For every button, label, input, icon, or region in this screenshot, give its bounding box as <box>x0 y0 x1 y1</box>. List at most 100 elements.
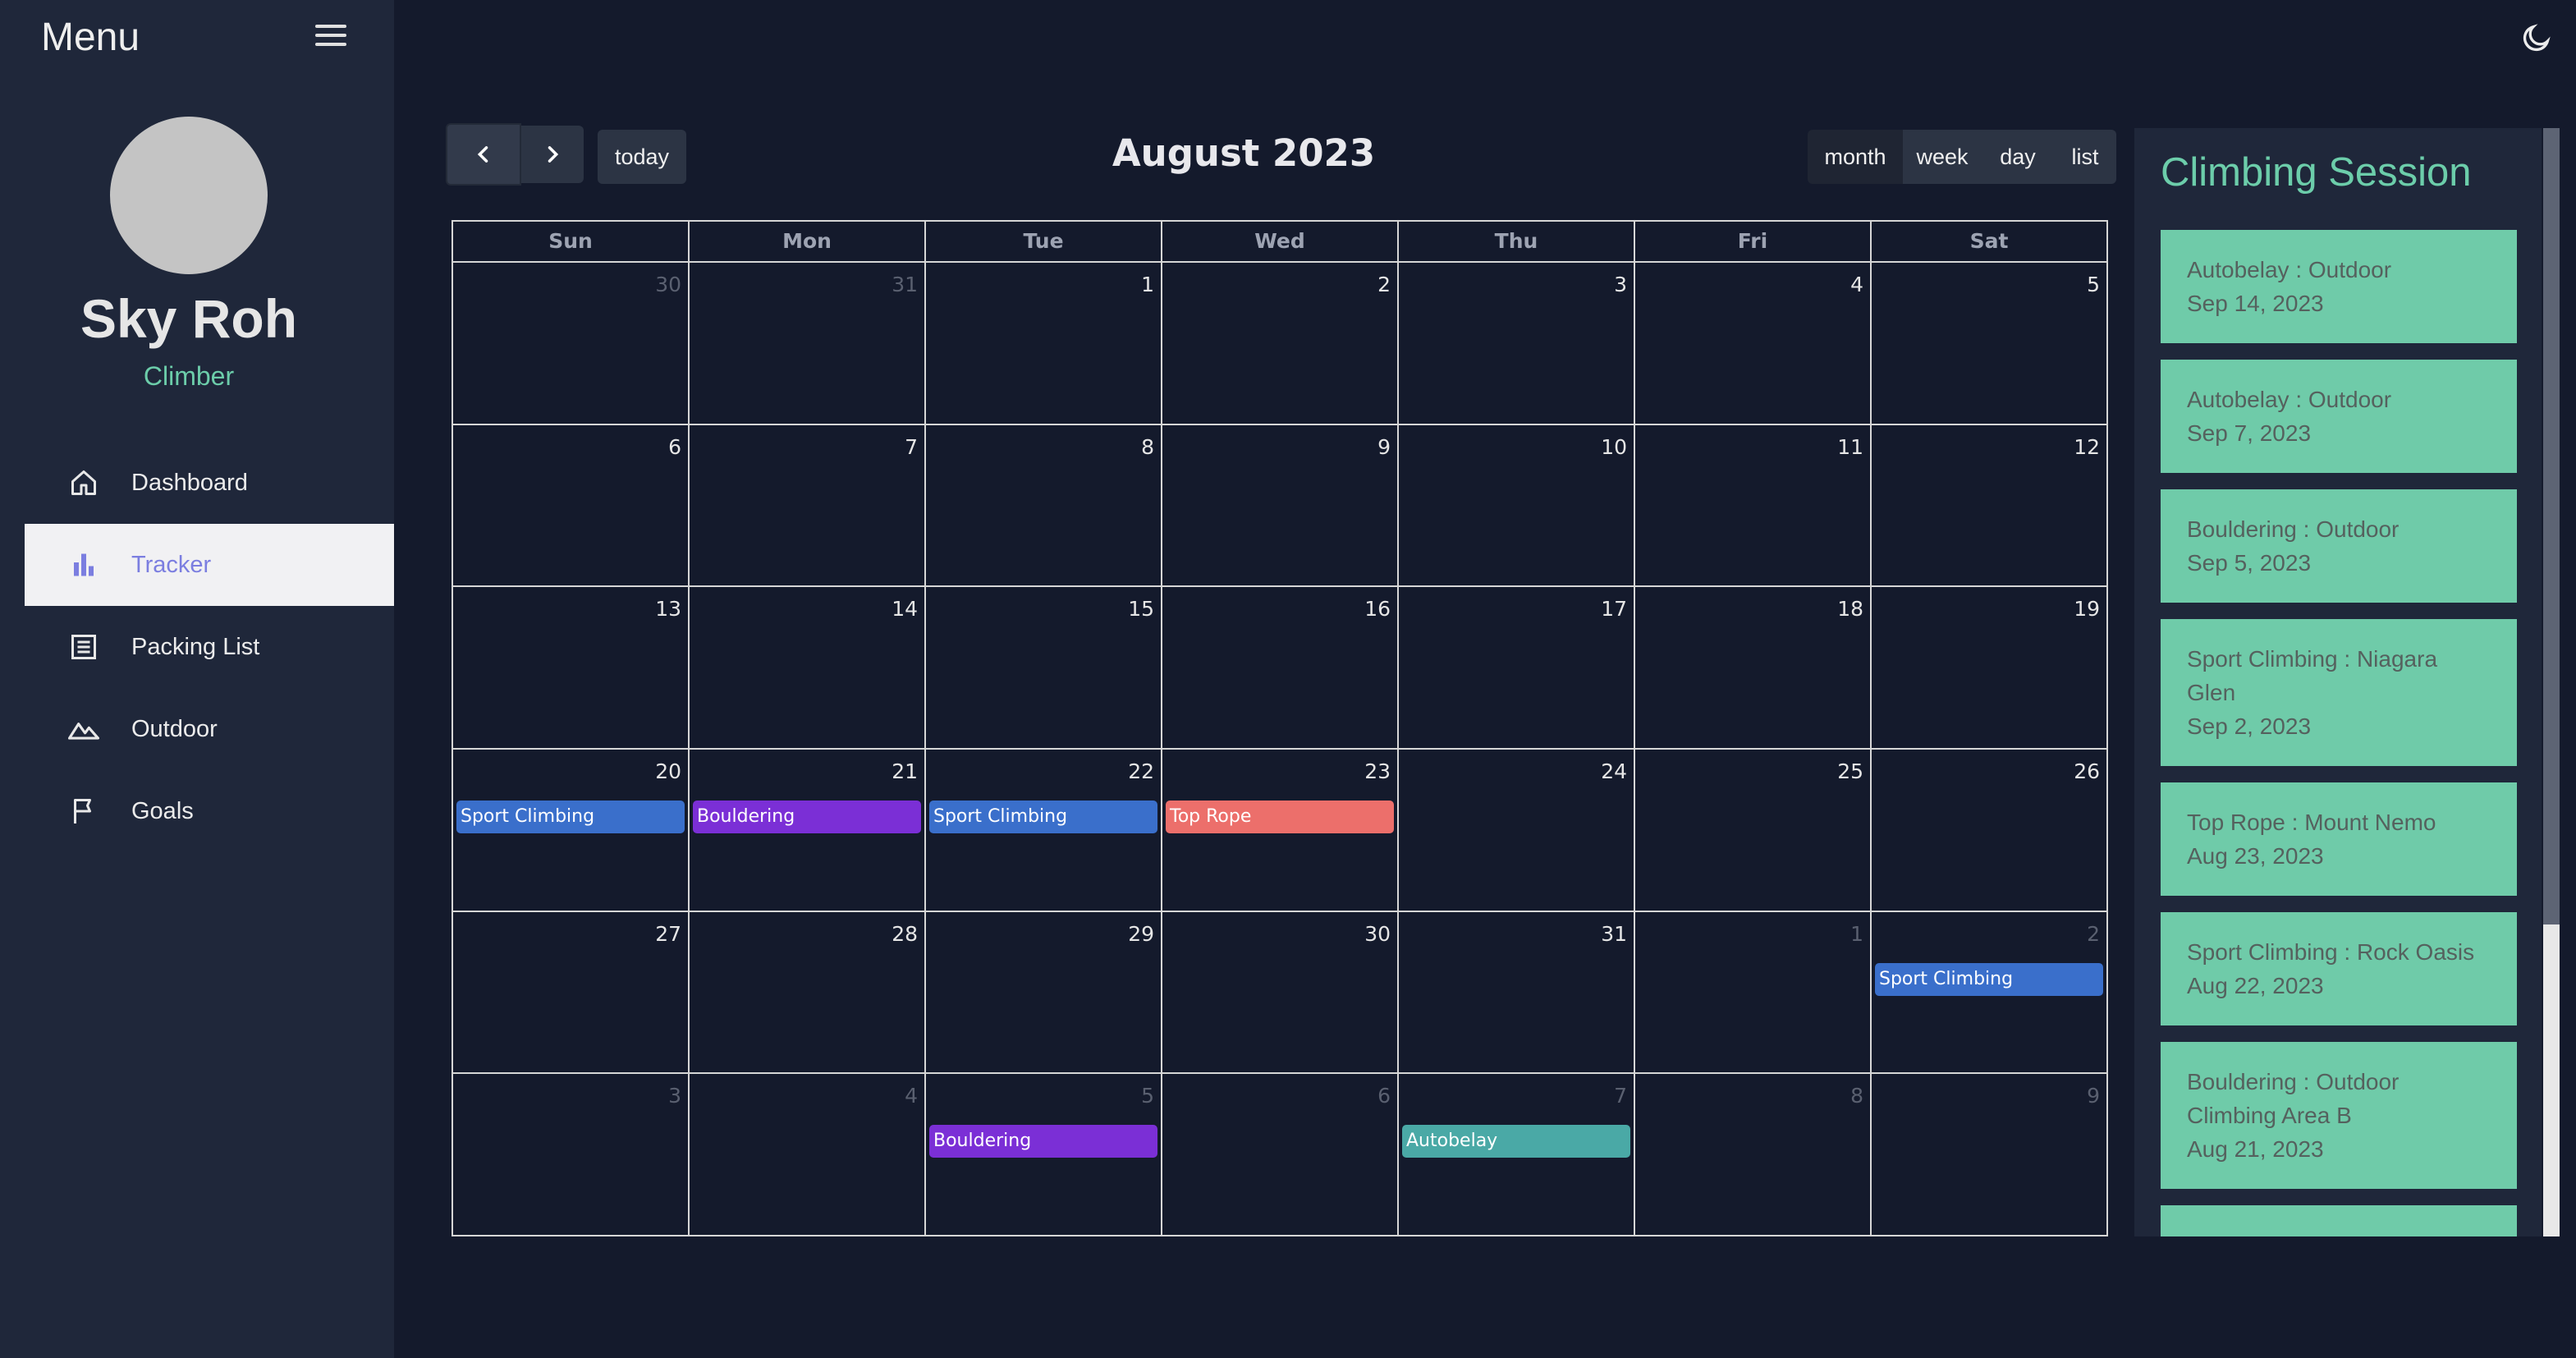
day-number[interactable]: 4 <box>905 1084 918 1108</box>
scrollbar-thumb[interactable] <box>2543 128 2560 924</box>
day-number[interactable]: 10 <box>1601 435 1627 459</box>
calendar-event[interactable]: Autobelay <box>1402 1125 1630 1158</box>
day-number[interactable]: 23 <box>1364 759 1391 783</box>
moon-icon[interactable] <box>2520 21 2553 54</box>
day-number[interactable]: 24 <box>1601 759 1627 783</box>
day-cell[interactable]: 7 <box>690 424 926 586</box>
day-cell[interactable]: 5 <box>1872 263 2106 424</box>
day-cell[interactable]: 28 <box>690 911 926 1073</box>
day-cell[interactable]: 31 <box>690 263 926 424</box>
day-cell[interactable]: 27 <box>453 911 690 1073</box>
day-cell[interactable]: 3 <box>453 1074 690 1236</box>
day-number[interactable]: 13 <box>655 597 681 621</box>
day-cell[interactable]: 8 <box>926 424 1162 586</box>
day-number[interactable]: 1 <box>1850 922 1863 946</box>
view-day-button[interactable]: day <box>1982 130 2054 184</box>
hamburger-menu-icon[interactable] <box>315 25 346 49</box>
day-number[interactable]: 21 <box>892 759 918 783</box>
day-number[interactable]: 3 <box>1614 273 1627 296</box>
calendar-event[interactable]: Sport Climbing <box>456 801 685 834</box>
day-number[interactable]: 29 <box>1128 922 1154 946</box>
calendar-event[interactable]: Bouldering <box>929 1125 1157 1158</box>
day-cell[interactable]: 2 Sport Climbing <box>1872 912 2106 1073</box>
day-cell[interactable]: 24 <box>1399 750 1635 911</box>
day-cell[interactable]: 16 <box>1162 587 1399 749</box>
day-number[interactable]: 2 <box>1377 273 1391 296</box>
session-card[interactable]: Autobelay : Outdoor Sep 7, 2023 <box>2161 360 2517 473</box>
day-cell[interactable]: 17 <box>1399 587 1635 749</box>
calendar-event[interactable]: Bouldering <box>693 801 921 834</box>
calendar-event[interactable]: Sport Climbing <box>1875 962 2103 996</box>
day-number[interactable]: 30 <box>655 273 681 296</box>
next-button[interactable] <box>521 126 584 183</box>
day-number[interactable]: 27 <box>655 922 681 946</box>
day-number[interactable]: 8 <box>1850 1084 1863 1108</box>
day-number[interactable]: 16 <box>1364 597 1391 621</box>
day-cell[interactable]: 11 <box>1635 424 1872 586</box>
day-number[interactable]: 6 <box>1377 1084 1391 1108</box>
calendar-event[interactable]: Sport Climbing <box>929 801 1157 834</box>
day-number[interactable]: 1 <box>1141 273 1154 296</box>
session-card[interactable]: Bouldering : Outdoor Sep 5, 2023 <box>2161 489 2517 603</box>
day-cell[interactable]: 31 <box>1399 911 1635 1073</box>
day-number[interactable]: 25 <box>1837 759 1863 783</box>
day-cell[interactable]: 1 <box>926 263 1162 424</box>
day-number[interactable]: 20 <box>655 759 681 783</box>
day-cell[interactable]: 4 <box>690 1074 926 1236</box>
sidebar-item-dashboard[interactable]: Dashboard <box>25 442 394 524</box>
day-cell[interactable]: 8 <box>1635 1074 1872 1236</box>
day-number[interactable]: 19 <box>2074 597 2100 621</box>
day-number[interactable]: 28 <box>892 922 918 946</box>
day-number[interactable]: 5 <box>1141 1084 1154 1108</box>
day-cell[interactable]: 20 Sport Climbing <box>453 750 690 911</box>
day-cell[interactable]: 9 <box>1162 424 1399 586</box>
day-number[interactable]: 11 <box>1837 435 1863 459</box>
day-cell[interactable]: 1 <box>1635 911 1872 1073</box>
day-cell[interactable]: 4 <box>1635 263 1872 424</box>
day-cell[interactable]: 25 <box>1635 750 1872 911</box>
prev-button[interactable] <box>446 123 521 186</box>
day-cell[interactable]: 10 <box>1399 424 1635 586</box>
day-number[interactable]: 6 <box>668 435 681 459</box>
day-cell[interactable]: 29 <box>926 911 1162 1073</box>
session-card[interactable]: Top Rope : Mount Nemo Aug 23, 2023 <box>2161 782 2517 896</box>
sidebar-item-tracker[interactable]: Tracker <box>25 524 394 606</box>
day-cell[interactable]: 30 <box>453 263 690 424</box>
day-number[interactable]: 22 <box>1128 759 1154 783</box>
day-number[interactable]: 30 <box>1364 922 1391 946</box>
day-number[interactable]: 26 <box>2074 759 2100 783</box>
day-cell[interactable]: 19 <box>1872 587 2106 748</box>
day-number[interactable]: 12 <box>2074 435 2100 459</box>
day-number[interactable]: 5 <box>2087 273 2100 296</box>
day-number[interactable]: 2 <box>2087 922 2100 946</box>
day-cell[interactable]: 14 <box>690 587 926 749</box>
day-number[interactable]: 7 <box>1614 1084 1627 1108</box>
day-cell[interactable]: 3 <box>1399 263 1635 424</box>
calendar-event[interactable]: Top Rope <box>1166 801 1394 834</box>
view-week-button[interactable]: week <box>1903 130 1982 184</box>
view-list-button[interactable]: list <box>2054 130 2116 184</box>
day-number[interactable]: 3 <box>668 1084 681 1108</box>
day-cell[interactable]: 5 Bouldering <box>926 1074 1162 1236</box>
day-number[interactable]: 31 <box>1601 922 1627 946</box>
day-number[interactable]: 9 <box>2087 1084 2100 1108</box>
day-cell[interactable]: 12 <box>1872 425 2106 586</box>
day-number[interactable]: 8 <box>1141 435 1154 459</box>
today-button[interactable]: today <box>598 130 686 184</box>
session-card[interactable]: Sport Climbing : Niagara Glen Sep 2, 2023 <box>2161 619 2517 766</box>
day-cell[interactable]: 13 <box>453 587 690 749</box>
day-cell[interactable]: 30 <box>1162 911 1399 1073</box>
sidebar-item-packing-list[interactable]: Packing List <box>25 606 394 688</box>
day-number[interactable]: 31 <box>892 273 918 296</box>
day-number[interactable]: 15 <box>1128 597 1154 621</box>
day-cell[interactable]: 7 Autobelay <box>1399 1074 1635 1236</box>
day-cell[interactable]: 6 <box>453 424 690 586</box>
session-card[interactable]: Bouldering : Outdoor Climbing Area B Aug … <box>2161 1042 2517 1189</box>
day-cell[interactable]: 18 <box>1635 587 1872 749</box>
session-scrollbar[interactable] <box>2543 128 2560 1236</box>
day-cell[interactable]: 6 <box>1162 1074 1399 1236</box>
day-cell[interactable]: 15 <box>926 587 1162 749</box>
day-cell[interactable]: 23 Top Rope <box>1162 750 1399 911</box>
view-month-button[interactable]: month <box>1808 130 1903 184</box>
session-card[interactable]: Autobelay : Outdoor Sep 14, 2023 <box>2161 230 2517 343</box>
